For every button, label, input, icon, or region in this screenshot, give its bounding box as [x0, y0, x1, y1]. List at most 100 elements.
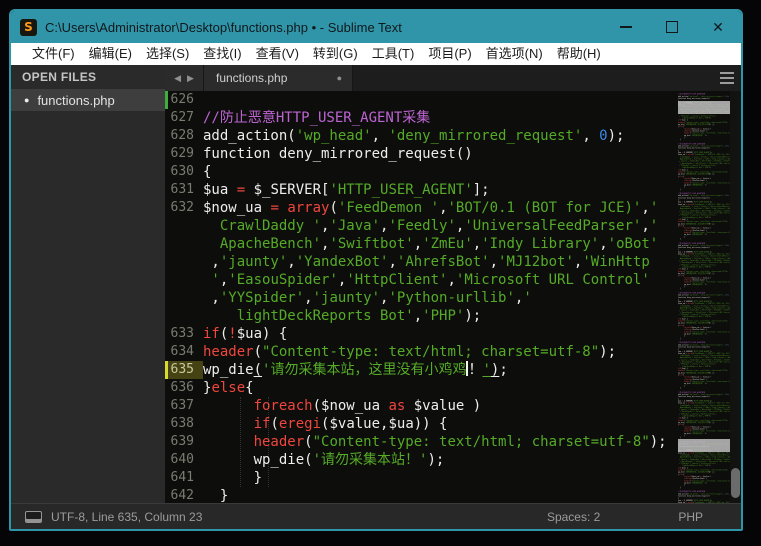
- file-dot-icon: ●: [24, 95, 29, 105]
- menu-item-1[interactable]: 编辑(E): [82, 43, 139, 65]
- line-number[interactable]: 641: [165, 469, 203, 487]
- code-area[interactable]: //防止恶意HTTP_USER_AGENT采集add_action('wp_he…: [678, 240, 730, 290]
- code-area[interactable]: //防止恶意HTTP_USER_AGENT采集add_action('wp_he…: [678, 190, 730, 240]
- code-area[interactable]: //防止恶意HTTP_USER_AGENT采集add_action('wp_he…: [678, 389, 730, 439]
- code-line[interactable]: function deny_mirrored_request(): [203, 145, 678, 163]
- status-position-text: UTF-8, Line 635, Column 23: [51, 510, 547, 524]
- minimize-icon: [620, 26, 632, 28]
- code-line[interactable]: //防止恶意HTTP_USER_AGENT采集: [203, 109, 678, 127]
- scrollbar-thumb[interactable]: [731, 468, 740, 498]
- code-line[interactable]: {: [203, 163, 678, 181]
- code-line[interactable]: ApacheBench','Swiftbot','ZmEu','Indy Lib…: [203, 235, 678, 253]
- minimize-button[interactable]: [603, 11, 649, 43]
- menu-item-9[interactable]: 帮助(H): [550, 43, 608, 65]
- code-line[interactable]: }: [203, 487, 678, 503]
- sidebar-item-functions-php[interactable]: ● functions.php: [11, 89, 165, 111]
- line-number[interactable]: [165, 271, 203, 289]
- menu-item-2[interactable]: 选择(S): [139, 43, 196, 65]
- line-number[interactable]: 638: [165, 415, 203, 433]
- minimap-highlight: [678, 101, 730, 114]
- line-number[interactable]: [165, 307, 203, 325]
- line-number[interactable]: 633: [165, 325, 203, 343]
- line-number[interactable]: [165, 217, 203, 235]
- line-number[interactable]: 634: [165, 343, 203, 361]
- open-files-header: OPEN FILES: [11, 65, 165, 89]
- line-number[interactable]: 640: [165, 451, 203, 469]
- window-title: C:\Users\Administrator\Desktop\functions…: [45, 20, 603, 35]
- code-line[interactable]: add_action('wp_head', 'deny_mirrored_req…: [203, 127, 678, 145]
- indent-guide: [240, 397, 241, 487]
- sidebar: OPEN FILES ● functions.php: [11, 65, 165, 503]
- console-icon[interactable]: [25, 511, 42, 523]
- code-line[interactable]: $ua = $_SERVER['HTTP_USER_AGENT'];: [203, 181, 678, 199]
- code-area[interactable]: //防止恶意HTTP_USER_AGENT采集add_action('wp_he…: [203, 91, 678, 503]
- code-editor[interactable]: 6266276286296306316326336346356366376386…: [165, 91, 741, 503]
- code-line[interactable]: wp_die('请勿采集本站！');: [203, 451, 678, 469]
- code-line[interactable]: ,'YYSpider','jaunty','Python-urllib',': [203, 289, 678, 307]
- sublime-logo-icon: S: [20, 19, 37, 36]
- line-number[interactable]: 630: [165, 163, 203, 181]
- tab-nav-arrows[interactable]: ◀ ▶: [165, 65, 204, 91]
- menu-item-0[interactable]: 文件(F): [25, 43, 82, 65]
- code-line[interactable]: header("Content-type: text/html; charset…: [203, 343, 678, 361]
- line-number[interactable]: 631: [165, 181, 203, 199]
- line-number[interactable]: 628: [165, 127, 203, 145]
- vertical-scrollbar[interactable]: [730, 91, 741, 503]
- sublime-window: S C:\Users\Administrator\Desktop\functio…: [9, 9, 743, 531]
- line-number[interactable]: 639: [165, 433, 203, 451]
- code-line[interactable]: ,'jaunty','YandexBot','AhrefsBot','MJ12b…: [203, 253, 678, 271]
- line-number[interactable]: 629: [165, 145, 203, 163]
- menu-item-8[interactable]: 首选项(N): [479, 43, 550, 65]
- line-number[interactable]: [165, 253, 203, 271]
- line-number-gutter: 6266276286296306316326336346356366376386…: [165, 91, 203, 503]
- menu-item-7[interactable]: 项目(P): [421, 43, 478, 65]
- line-number[interactable]: [165, 235, 203, 253]
- tab-modified-dot-icon: ●: [337, 73, 342, 83]
- code-line[interactable]: foreach($now_ua as $value ): [203, 397, 678, 415]
- status-syntax-setting[interactable]: PHP: [678, 510, 703, 524]
- menu-item-5[interactable]: 转到(G): [306, 43, 365, 65]
- code-line[interactable]: [203, 91, 678, 109]
- tab-functions-php[interactable]: functions.php ●: [204, 65, 353, 91]
- title-bar[interactable]: S C:\Users\Administrator\Desktop\functio…: [11, 11, 741, 43]
- minimap-viewport[interactable]: [678, 439, 730, 452]
- code-line[interactable]: header("Content-type: text/html; charset…: [203, 433, 678, 451]
- code-area[interactable]: //防止恶意HTTP_USER_AGENT采集add_action('wp_he…: [678, 141, 730, 191]
- code-line[interactable]: lightDeckReports Bot','PHP');: [203, 307, 678, 325]
- tab-label: functions.php: [216, 71, 337, 85]
- code-line[interactable]: }: [203, 469, 678, 487]
- line-number[interactable]: 642: [165, 487, 203, 503]
- tab-overflow-menu-icon[interactable]: [720, 72, 734, 84]
- tab-prev-icon[interactable]: ◀: [174, 73, 181, 84]
- code-line[interactable]: $now_ua = array('FeedDemon ','BOT/0.1 (B…: [203, 199, 678, 217]
- main-area: OPEN FILES ● functions.php ◀ ▶ functions…: [11, 65, 741, 503]
- status-indent-setting[interactable]: Spaces: 2: [547, 510, 600, 524]
- maximize-icon: [666, 21, 678, 33]
- tab-next-icon[interactable]: ▶: [187, 73, 194, 84]
- code-area[interactable]: //防止恶意HTTP_USER_AGENT采集add_action('wp_he…: [678, 339, 730, 389]
- menu-item-4[interactable]: 查看(V): [249, 43, 306, 65]
- menu-item-3[interactable]: 查找(I): [196, 43, 248, 65]
- line-number[interactable]: 637: [165, 397, 203, 415]
- code-line[interactable]: wp_die('请勿采集本站，这里没有小鸡鸡！');: [203, 361, 678, 379]
- sidebar-file-label: functions.php: [37, 93, 114, 108]
- code-line[interactable]: CrawlDaddy ','Java','Feedly','UniversalF…: [203, 217, 678, 235]
- code-line[interactable]: }else{: [203, 379, 678, 397]
- line-number[interactable]: 632: [165, 199, 203, 217]
- line-number[interactable]: [165, 289, 203, 307]
- close-button[interactable]: ✕: [695, 11, 741, 43]
- indent-guide: [268, 397, 269, 487]
- minimap[interactable]: //防止恶意HTTP_USER_AGENT采集add_action('wp_he…: [678, 91, 730, 503]
- code-area[interactable]: //防止恶意HTTP_USER_AGENT采集add_action('wp_he…: [678, 290, 730, 340]
- maximize-button[interactable]: [649, 11, 695, 43]
- code-area[interactable]: //防止恶意HTTP_USER_AGENT采集add_action('wp_he…: [678, 488, 730, 503]
- code-line[interactable]: ','EasouSpider','HttpClient','Microsoft …: [203, 271, 678, 289]
- line-number[interactable]: 635: [165, 361, 203, 379]
- code-line[interactable]: if(!$ua) {: [203, 325, 678, 343]
- line-number[interactable]: 636: [165, 379, 203, 397]
- code-line[interactable]: if(eregi($value,$ua)) {: [203, 415, 678, 433]
- menu-item-6[interactable]: 工具(T): [365, 43, 422, 65]
- line-number[interactable]: 627: [165, 109, 203, 127]
- line-number[interactable]: 626: [165, 91, 203, 109]
- tab-bar: ◀ ▶ functions.php ●: [165, 65, 741, 91]
